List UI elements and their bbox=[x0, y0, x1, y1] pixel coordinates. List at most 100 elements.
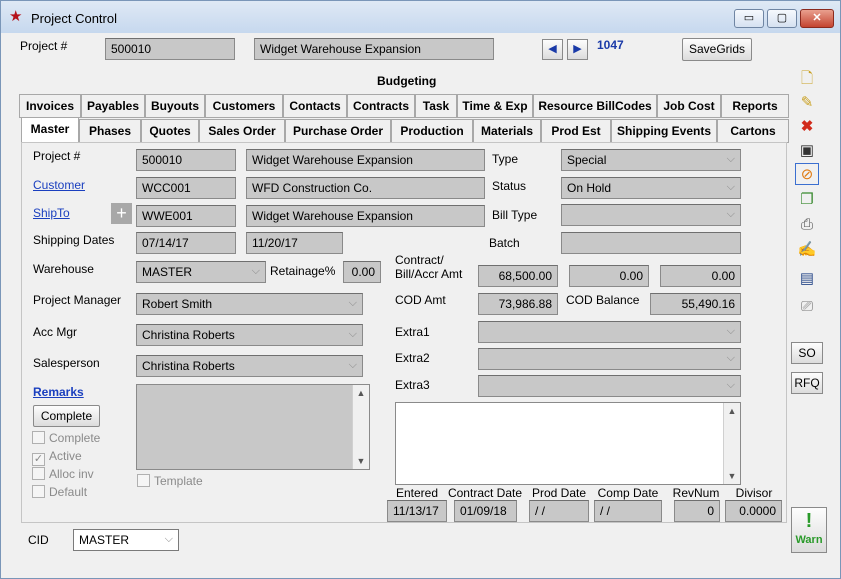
extra3-label: Extra3 bbox=[395, 378, 430, 392]
scroll-down-icon[interactable]: ▼ bbox=[724, 468, 740, 484]
contact-card-icon[interactable]: ▤ bbox=[795, 268, 819, 290]
project-name-field[interactable]: Widget Warehouse Expansion bbox=[254, 38, 494, 60]
complete-button[interactable]: Complete bbox=[33, 405, 100, 427]
tab-materials[interactable]: Materials bbox=[473, 119, 541, 143]
remarks-textarea[interactable]: ▲ ▼ bbox=[136, 384, 370, 470]
notes-textarea[interactable]: ▲ ▼ bbox=[395, 402, 741, 485]
scroll-up-icon[interactable]: ▲ bbox=[724, 403, 740, 419]
fax-icon[interactable]: ⎚ bbox=[795, 296, 819, 318]
template-checkbox[interactable]: Template bbox=[137, 474, 203, 488]
type-select[interactable]: Special bbox=[561, 149, 741, 171]
bill-amount-field[interactable]: 0.00 bbox=[569, 265, 649, 287]
accr-amount-field[interactable]: 0.00 bbox=[660, 265, 741, 287]
divisor-field[interactable]: 0.0000 bbox=[725, 500, 782, 522]
delete-icon[interactable]: ✖ bbox=[795, 116, 819, 138]
contract-amount-field[interactable]: 68,500.00 bbox=[478, 265, 558, 287]
scroll-up-icon[interactable]: ▲ bbox=[353, 385, 369, 401]
tab-contacts[interactable]: Contacts bbox=[283, 94, 347, 118]
tab-invoices[interactable]: Invoices bbox=[19, 94, 81, 118]
tab-purchase-order[interactable]: Purchase Order bbox=[285, 119, 391, 143]
print-icon[interactable]: ⎙ bbox=[795, 214, 819, 236]
acc-mgr-select[interactable]: Christina Roberts bbox=[136, 324, 363, 346]
master-project-number-field[interactable]: 500010 bbox=[136, 149, 236, 171]
tab-time-exp[interactable]: Time & Exp bbox=[457, 94, 533, 118]
tab-resource-billcodes[interactable]: Resource BillCodes bbox=[533, 94, 657, 118]
edit-icon[interactable]: ✎ bbox=[795, 92, 819, 114]
tab-cartons[interactable]: Cartons bbox=[717, 119, 789, 143]
tab-quotes[interactable]: Quotes bbox=[141, 119, 199, 143]
tab-reports[interactable]: Reports bbox=[721, 94, 789, 118]
active-checkbox[interactable]: ✓ Active bbox=[32, 449, 82, 466]
note-icon[interactable]: ✍ bbox=[795, 239, 819, 261]
tab-sales-order[interactable]: Sales Order bbox=[199, 119, 285, 143]
cod-amt-label: COD Amt bbox=[395, 293, 446, 307]
scroll-down-icon[interactable]: ▼ bbox=[353, 453, 369, 469]
project-control-window: ★ Project Control ▭ ▢ ✕ Project # 500010… bbox=[0, 0, 841, 579]
prod-date-field[interactable]: / / bbox=[529, 500, 589, 522]
tab-production[interactable]: Production bbox=[391, 119, 473, 143]
retainage-field[interactable]: 0.00 bbox=[343, 261, 381, 283]
cod-balance-field[interactable]: 55,490.16 bbox=[650, 293, 741, 315]
copy-icon[interactable]: ❐ bbox=[795, 189, 819, 211]
warn-button[interactable]: ! Warn bbox=[791, 507, 827, 553]
tab-task[interactable]: Task bbox=[415, 94, 457, 118]
tab-customers[interactable]: Customers bbox=[205, 94, 283, 118]
cid-select[interactable]: MASTER bbox=[73, 529, 179, 551]
next-record-button[interactable]: ▶ bbox=[567, 39, 588, 60]
salesperson-select[interactable]: Christina Roberts bbox=[136, 355, 363, 377]
revnum-field[interactable]: 0 bbox=[674, 500, 720, 522]
comp-date-field[interactable]: / / bbox=[594, 500, 662, 522]
default-checkbox[interactable]: Default bbox=[32, 485, 87, 499]
tab-phases[interactable]: Phases bbox=[79, 119, 141, 143]
rfq-button[interactable]: RFQ bbox=[791, 372, 823, 394]
complete-checkbox[interactable]: Complete bbox=[32, 431, 100, 445]
remarks-scrollbar[interactable]: ▲ ▼ bbox=[352, 385, 369, 469]
acc-mgr-label: Acc Mgr bbox=[33, 325, 78, 339]
add-shipto-button[interactable]: + bbox=[111, 203, 132, 224]
status-select[interactable]: On Hold bbox=[561, 177, 741, 199]
status-label: Status bbox=[492, 179, 527, 193]
extra3-select[interactable] bbox=[478, 375, 741, 397]
ship-start-date-field[interactable]: 07/14/17 bbox=[136, 232, 236, 254]
tab-payables[interactable]: Payables bbox=[81, 94, 145, 118]
warehouse-select[interactable]: MASTER bbox=[136, 261, 266, 283]
master-project-name-field[interactable]: Widget Warehouse Expansion bbox=[246, 149, 485, 171]
tab-job-cost[interactable]: Job Cost bbox=[657, 94, 721, 118]
entered-date-field[interactable]: 11/13/17 bbox=[387, 500, 447, 522]
save-grids-button[interactable]: SaveGrids bbox=[682, 38, 752, 61]
minimize-button[interactable]: ▭ bbox=[734, 9, 764, 28]
restore-button[interactable]: ▢ bbox=[767, 9, 797, 28]
alloc-inv-checkbox[interactable]: Alloc inv bbox=[32, 467, 94, 481]
batch-field[interactable] bbox=[561, 232, 741, 254]
tab-shipping-events[interactable]: Shipping Events bbox=[611, 119, 717, 143]
so-button[interactable]: SO bbox=[791, 342, 823, 364]
tab-contracts[interactable]: Contracts bbox=[347, 94, 415, 118]
new-document-icon[interactable]: 🗋 bbox=[795, 68, 819, 90]
cancel-icon[interactable]: ⊘ bbox=[795, 163, 819, 185]
previous-record-button[interactable]: ◀ bbox=[542, 39, 563, 60]
notes-scrollbar[interactable]: ▲ ▼ bbox=[723, 403, 740, 484]
extra1-select[interactable] bbox=[478, 321, 741, 343]
customer-name-field[interactable]: WFD Construction Co. bbox=[246, 177, 485, 199]
bill-type-select[interactable] bbox=[561, 204, 741, 226]
project-number-field[interactable]: 500010 bbox=[105, 38, 235, 60]
close-button[interactable]: ✕ bbox=[800, 9, 834, 28]
shipto-name-field[interactable]: Widget Warehouse Expansion bbox=[246, 205, 485, 227]
shipping-dates-label: Shipping Dates bbox=[33, 233, 115, 247]
customer-link[interactable]: Customer bbox=[33, 178, 85, 192]
shipto-link[interactable]: ShipTo bbox=[33, 206, 70, 220]
tab-prod-est[interactable]: Prod Est bbox=[541, 119, 611, 143]
remarks-link[interactable]: Remarks bbox=[33, 385, 84, 399]
tab-master[interactable]: Master bbox=[21, 117, 79, 143]
customer-code-field[interactable]: WCC001 bbox=[136, 177, 236, 199]
master-project-label: Project # bbox=[33, 149, 81, 163]
cod-amount-field[interactable]: 73,986.88 bbox=[478, 293, 558, 315]
extra2-select[interactable] bbox=[478, 348, 741, 370]
checkbox-empty-icon bbox=[32, 485, 45, 498]
contract-date-field[interactable]: 01/09/18 bbox=[454, 500, 517, 522]
shipto-code-field[interactable]: WWE001 bbox=[136, 205, 236, 227]
ship-end-date-field[interactable]: 11/20/17 bbox=[246, 232, 343, 254]
save-icon[interactable]: ▣ bbox=[795, 140, 819, 162]
tab-buyouts[interactable]: Buyouts bbox=[145, 94, 205, 118]
project-manager-select[interactable]: Robert Smith bbox=[136, 293, 363, 315]
